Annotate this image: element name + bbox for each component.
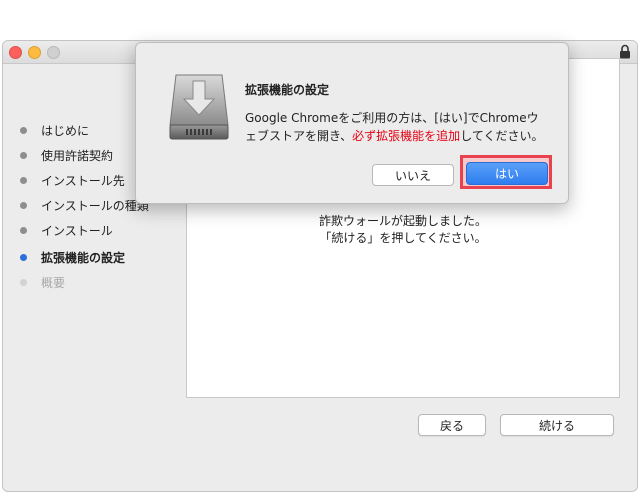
step-install-type: インストールの種類	[20, 195, 149, 215]
back-button[interactable]: 戻る	[418, 414, 486, 436]
yes-button[interactable]: はい	[466, 162, 548, 185]
step-dot	[20, 176, 27, 184]
step-dot	[20, 278, 27, 286]
step-label: インストールの種類	[41, 198, 149, 213]
dialog-title: 拡張機能の設定	[245, 83, 330, 97]
step-dot	[20, 126, 27, 134]
step-introduction: はじめに	[20, 120, 89, 140]
installer-disk-icon	[169, 74, 229, 140]
step-dot	[20, 151, 27, 159]
zoom-button[interactable]	[47, 46, 60, 59]
close-button[interactable]	[9, 46, 22, 59]
step-label: インストール	[41, 223, 113, 238]
step-dot	[20, 201, 27, 209]
step-label: インストール先	[41, 173, 125, 188]
step-label: 拡張機能の設定	[41, 250, 126, 265]
dialog-text: してください。	[460, 129, 544, 143]
step-dot-active	[20, 253, 27, 261]
step-summary: 概要	[20, 272, 65, 292]
step-label: 概要	[41, 275, 66, 290]
no-button[interactable]: いいえ	[372, 164, 454, 186]
step-install: インストール	[20, 220, 113, 240]
step-extension-settings: 拡張機能の設定	[20, 247, 125, 267]
status-message: 詐欺ウォールが起動しました。 「続ける」を押してください。	[187, 213, 619, 247]
minimize-button[interactable]	[28, 46, 41, 59]
continue-button[interactable]: 続ける	[500, 414, 614, 436]
step-label: 使用許諾契約	[41, 148, 114, 163]
message-line-1: 詐欺ウォールが起動しました。	[318, 214, 487, 228]
step-license: 使用許諾契約	[20, 145, 113, 165]
step-destination: インストール先	[20, 170, 125, 190]
lock-icon	[620, 44, 630, 59]
extension-dialog: 拡張機能の設定 Google Chromeをご利用の方は、[はい]でChrome…	[135, 42, 569, 204]
dialog-message: Google Chromeをご利用の方は、[はい]でChromeウェブストアを開…	[245, 109, 549, 145]
step-label: はじめに	[41, 123, 90, 138]
dialog-highlight-text: 必ず拡張機能を追加	[352, 129, 461, 143]
message-line-2: 「続ける」を押してください。	[319, 231, 487, 245]
step-dot	[20, 226, 27, 234]
